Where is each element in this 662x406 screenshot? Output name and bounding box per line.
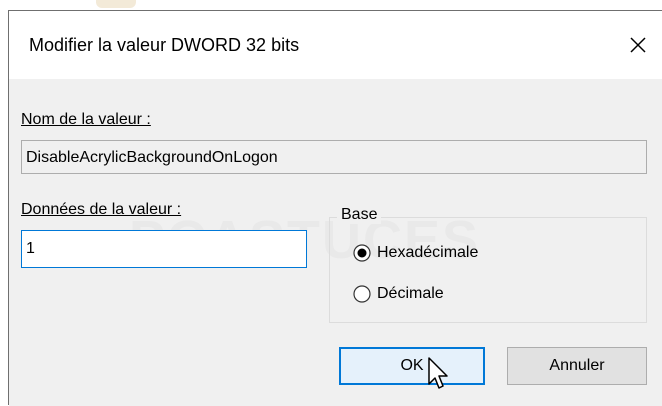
radio-hexadecimal[interactable]: Hexadécimale [353,244,478,262]
radio-hexadecimal-label: Hexadécimale [377,244,479,261]
radio-decimal-label: Décimale [377,285,444,302]
title-bar: Modifier la valeur DWORD 32 bits [9,11,662,79]
value-name-field[interactable]: DisableAcrylicBackgroundOnLogon [21,140,647,174]
radio-unselected-icon [353,285,371,303]
edit-dword-dialog: Modifier la valeur DWORD 32 bits PCASTUC… [8,10,662,406]
ok-button[interactable]: OK [339,347,485,385]
radio-selected-icon [353,244,371,262]
value-data-label: Données de la valeur : [21,201,181,219]
value-name-label-text: Nom de la valeur : [21,111,151,128]
close-icon [630,37,646,53]
value-data-input[interactable]: 1 [21,230,307,268]
close-button[interactable] [618,25,658,65]
dialog-body: PCASTUCES Nom de la valeur : DisableAcry… [9,79,662,406]
background-decoration [96,0,136,8]
radio-decimal[interactable]: Décimale [353,285,444,303]
cancel-button[interactable]: Annuler [507,347,647,385]
background-strip [0,0,662,10]
base-groupbox [329,217,647,323]
value-data-label-text: Données de la valeur : [21,201,182,218]
value-name-label: Nom de la valeur : [21,111,151,129]
base-group-label: Base [337,206,382,224]
dialog-title: Modifier la valeur DWORD 32 bits [29,35,300,55]
